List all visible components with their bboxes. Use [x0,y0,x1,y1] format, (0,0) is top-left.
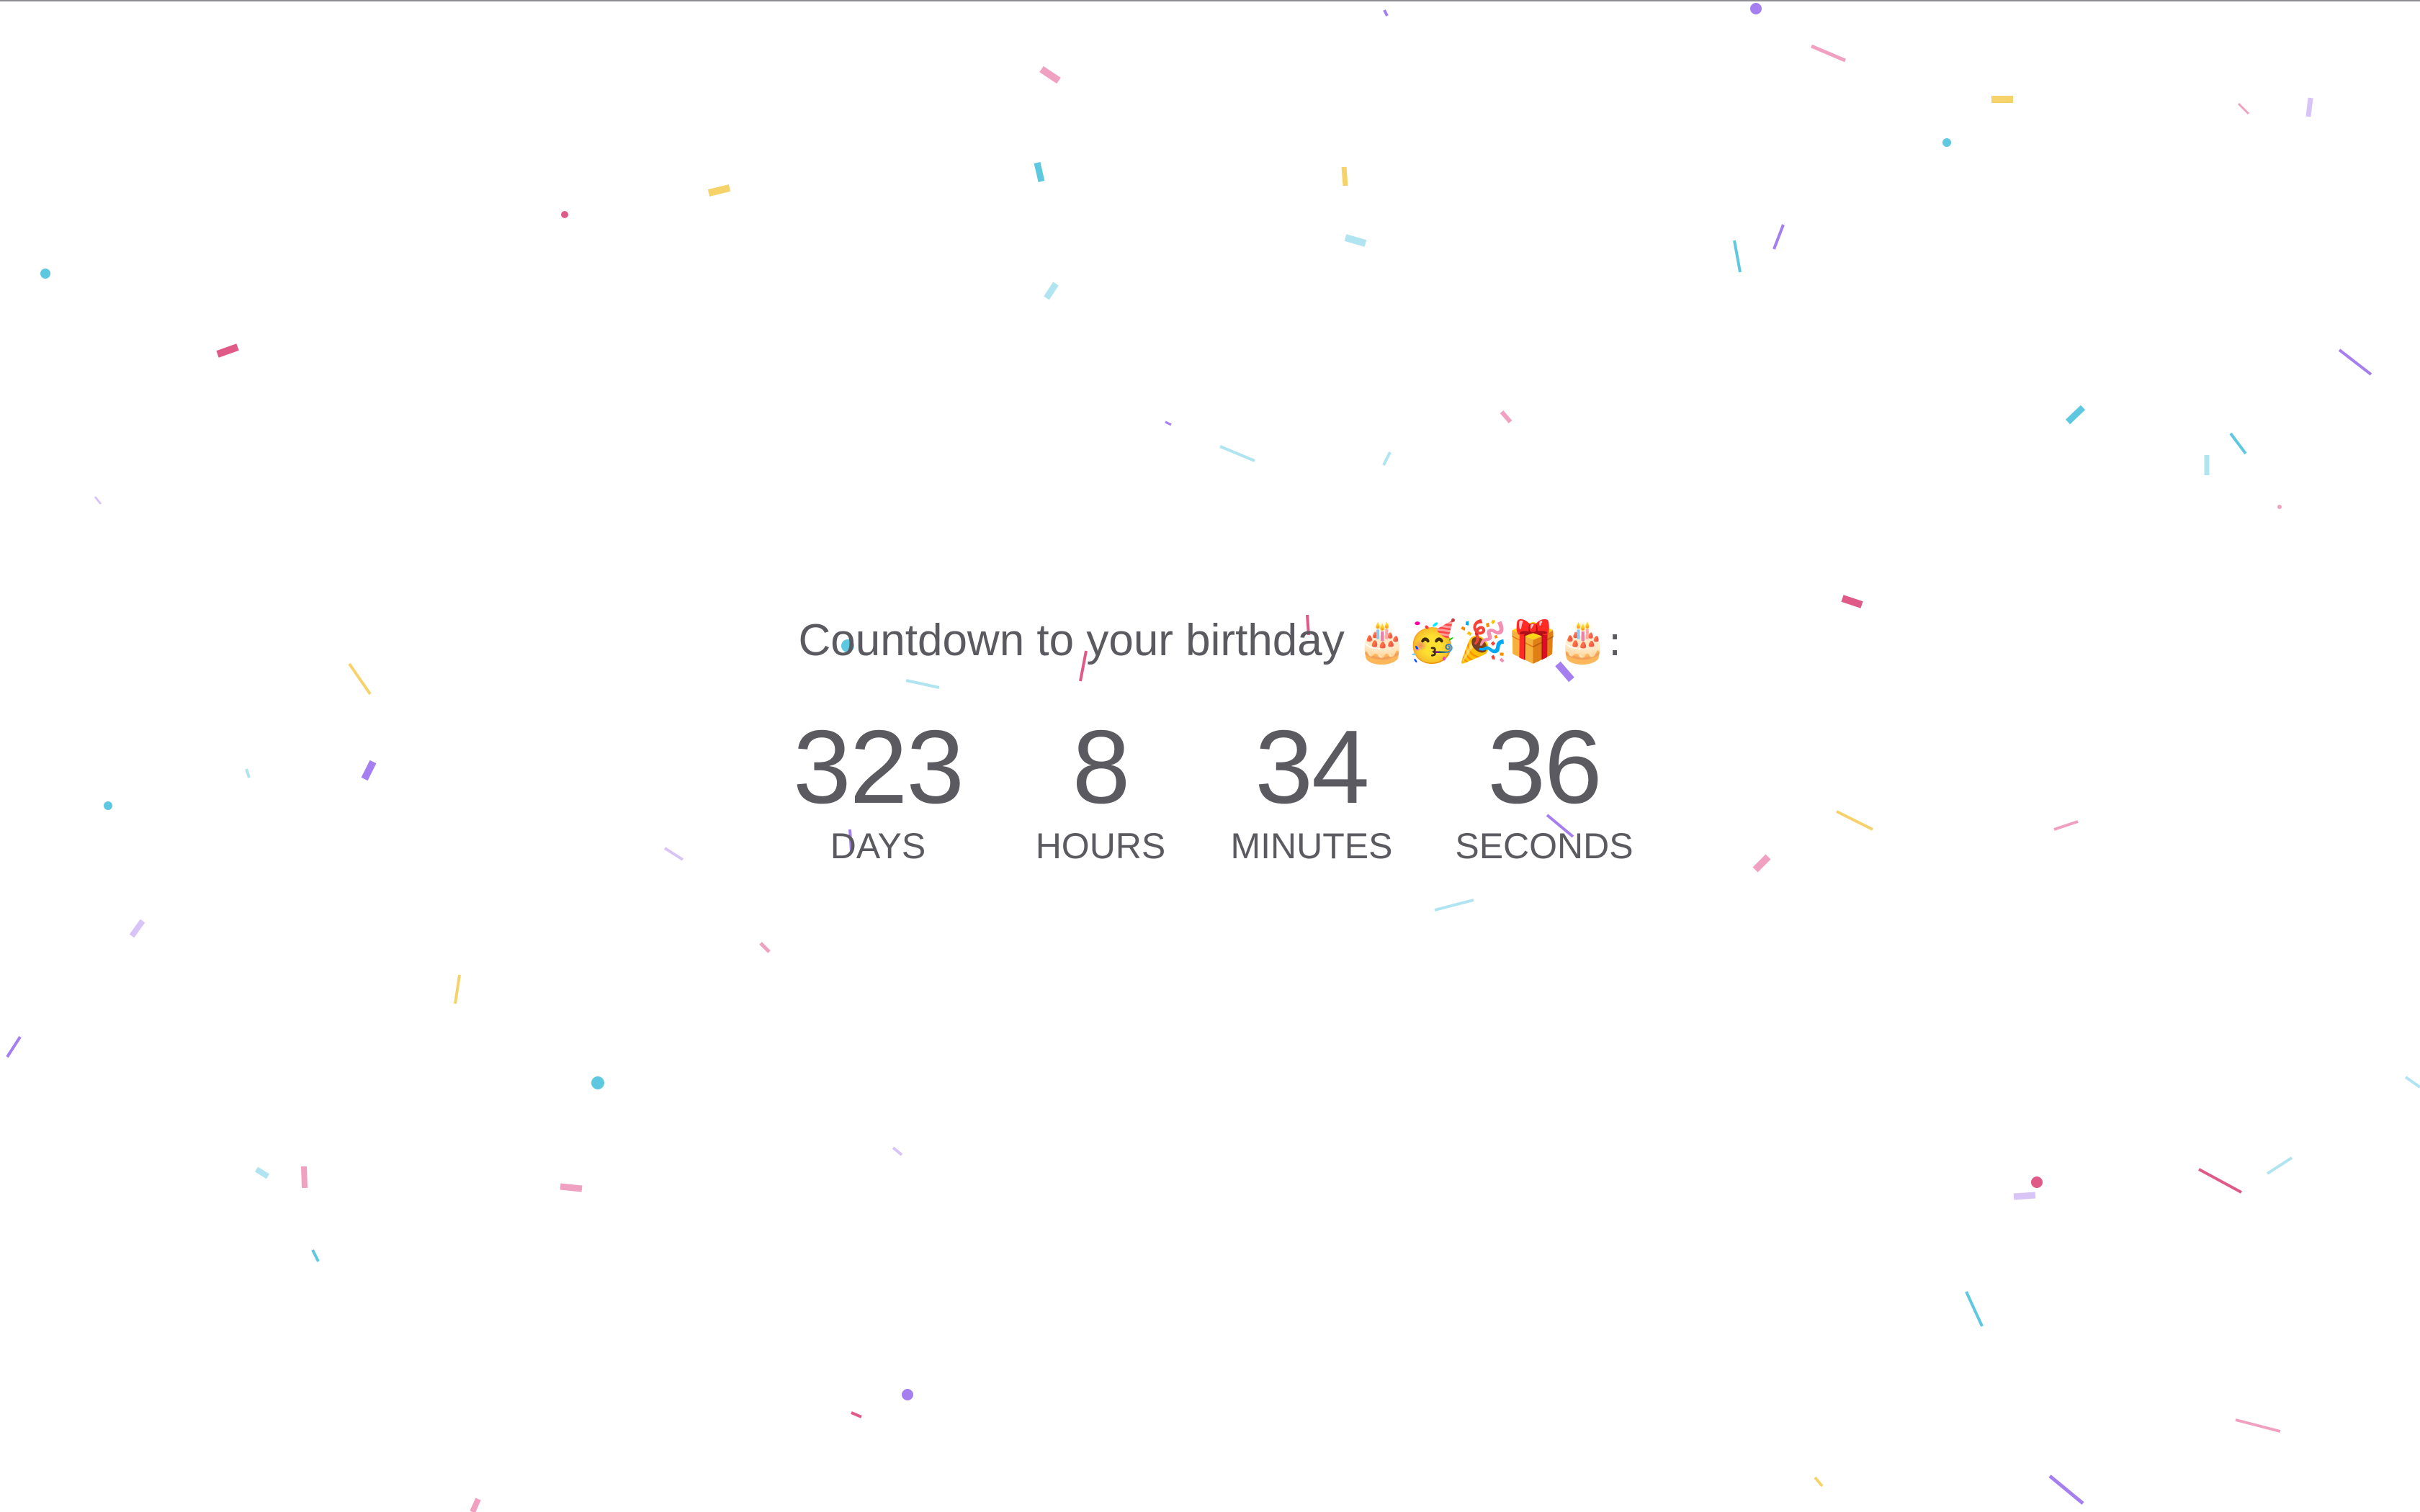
countdown-heading: Countdown to your birthday 🎂🥳🎉🎁🎂: [0,608,2420,675]
minutes-value: 34 [1255,708,1369,825]
seconds-value: 36 [1487,708,1602,825]
seconds-unit: 36 SECONDS [1415,709,1674,868]
countdown-container: Countdown to your birthday 🎂🥳🎉🎁🎂: 323 DA… [0,0,2420,1512]
seconds-label: SECONDS [1455,826,1634,866]
party-emoji: 🎂🥳🎉🎁🎂: [1356,618,1622,665]
days-value: 323 [793,708,964,825]
days-label: DAYS [830,826,926,866]
minutes-label: MINUTES [1230,826,1393,866]
heading-text: Countdown to your birthday [798,616,1345,665]
countdown-page: Countdown to your birthday 🎂🥳🎉🎁🎂: 323 DA… [0,0,2420,1512]
minutes-unit: 34 MINUTES [1182,709,1441,868]
days-unit: 323 DAYS [748,709,1008,868]
